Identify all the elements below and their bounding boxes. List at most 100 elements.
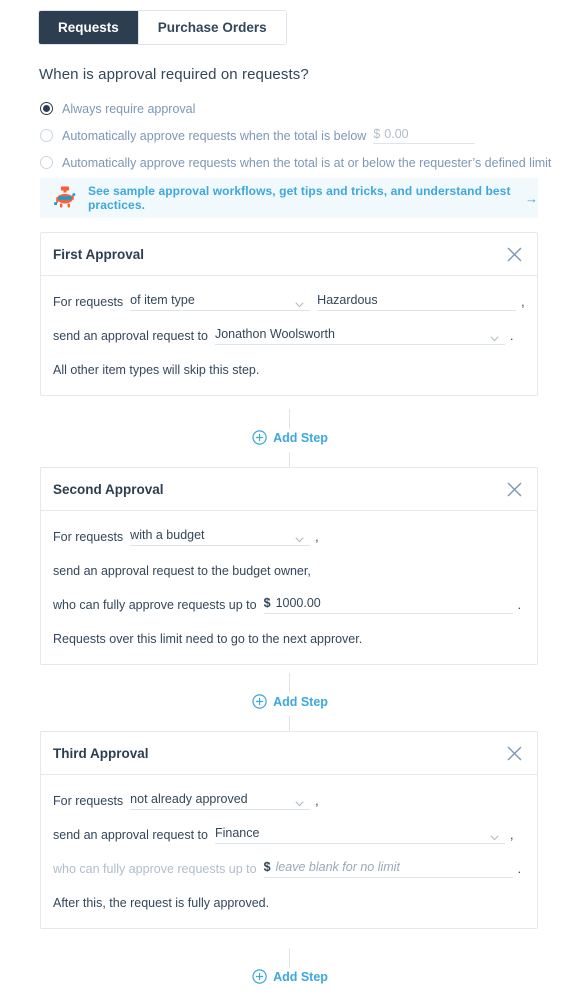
rule-row-condition: For requests with a budget , — [53, 525, 525, 546]
plus-circle-icon — [252, 969, 267, 984]
view-tab-group: Requests Purchase Orders — [38, 10, 287, 45]
auto-approve-threshold-input[interactable]: $ 0.00 — [373, 127, 476, 144]
budget-condition-value: with a budget — [130, 528, 205, 542]
rule-row-condition: For requests of item type Hazardous , — [53, 290, 525, 311]
punctuation-comma: , — [315, 794, 319, 808]
approval-limit-input[interactable]: $ 1000.00 — [263, 593, 513, 614]
chevron-down-icon — [295, 530, 304, 543]
item-type-value: Hazardous — [317, 293, 378, 307]
radio-row-auto-approve-below[interactable]: Automatically approve requests when the … — [40, 125, 540, 146]
chevron-down-icon — [490, 329, 499, 342]
currency-symbol: $ — [373, 127, 381, 141]
robot-mascot-icon — [52, 185, 78, 211]
card-title-third-approval: Third Approval — [53, 745, 149, 761]
rule-row-budget-owner: send an approval request to the budget o… — [53, 559, 525, 580]
item-type-condition-select[interactable]: of item type — [130, 290, 311, 311]
approval-step-card-first: First Approval For requests of item type… — [40, 232, 538, 396]
rule-row-approver: send an approval request to Jonathon Woo… — [53, 324, 525, 345]
punctuation-comma: , — [509, 828, 514, 842]
label-send-to-budget-owner: send an approval request to the budget o… — [53, 564, 311, 578]
plus-circle-icon — [252, 430, 267, 445]
approval-step-card-third: Third Approval For requests not already … — [40, 731, 538, 929]
approval-state-condition-value: not already approved — [130, 792, 248, 806]
rule-row-footnote: Requests over this limit need to go to t… — [53, 627, 525, 648]
close-icon[interactable] — [506, 246, 523, 263]
tab-requests[interactable]: Requests — [39, 11, 138, 44]
label-send-approval-request-to: send an approval request to — [53, 828, 208, 842]
step-connector-line — [289, 452, 290, 468]
card-footnote-third: After this, the request is fully approve… — [53, 896, 270, 910]
add-step-label: Add Step — [273, 694, 328, 709]
rule-row-condition: For requests not already approved , — [53, 789, 525, 810]
radio-row-auto-approve-defined-limit[interactable]: Automatically approve requests when the … — [40, 152, 551, 173]
card-body: For requests not already approved , send… — [41, 775, 537, 928]
card-header: First Approval — [41, 233, 537, 276]
card-header: Second Approval — [41, 468, 537, 511]
rule-row-footnote: All other item types will skip this step… — [53, 358, 525, 379]
item-type-value-input[interactable]: Hazardous — [317, 290, 517, 311]
step-connector-line — [289, 673, 290, 693]
approval-limit-input[interactable]: $ leave blank for no limit — [263, 857, 513, 878]
item-type-condition-value: of item type — [130, 293, 195, 307]
radio-auto-approve-below[interactable] — [40, 129, 53, 142]
card-title-first-approval: First Approval — [53, 246, 145, 262]
punctuation-comma: , — [521, 295, 525, 309]
add-step-button-1[interactable]: Add Step — [252, 430, 328, 445]
radio-auto-approve-defined-limit[interactable] — [40, 156, 53, 169]
chevron-down-icon — [295, 295, 304, 308]
approver-value: Jonathon Woolsworth — [214, 327, 335, 341]
tips-banner[interactable]: See sample approval workflows, get tips … — [40, 178, 538, 218]
approver-select[interactable]: Jonathon Woolsworth — [214, 324, 505, 345]
add-step-button-2[interactable]: Add Step — [252, 694, 328, 709]
rule-row-limit: who can fully approve requests up to $ l… — [53, 857, 525, 878]
approval-required-radio-group: Always require approval Automatically ap… — [40, 98, 551, 179]
approver-select[interactable]: Finance — [214, 823, 505, 844]
card-footnote-first: All other item types will skip this step… — [53, 363, 260, 377]
radio-label-auto-approve-below: Automatically approve requests when the … — [62, 128, 367, 143]
rule-row-approver: send an approval request to Finance , — [53, 823, 525, 844]
card-footnote-second: Requests over this limit need to go to t… — [53, 632, 363, 646]
step-connector-line — [289, 409, 290, 429]
card-body: For requests of item type Hazardous , se… — [41, 276, 537, 395]
currency-symbol: $ — [263, 860, 271, 874]
step-connector-line — [289, 948, 290, 968]
label-for-requests: For requests — [53, 295, 124, 309]
rule-row-footnote: After this, the request is fully approve… — [53, 891, 525, 912]
arrow-right-icon: → — [525, 190, 538, 206]
auto-approve-threshold-value: 0.00 — [384, 127, 409, 141]
approval-limit-placeholder: leave blank for no limit — [275, 860, 400, 874]
rule-row-limit: who can fully approve requests up to $ 1… — [53, 593, 525, 614]
tab-purchase-orders[interactable]: Purchase Orders — [137, 11, 286, 44]
close-icon[interactable] — [506, 481, 523, 498]
label-for-requests: For requests — [53, 794, 124, 808]
radio-label-always-require: Always require approval — [62, 101, 196, 116]
plus-circle-icon — [252, 694, 267, 709]
add-step-label: Add Step — [273, 969, 328, 984]
approval-state-condition-select[interactable]: not already approved — [130, 789, 311, 810]
chevron-down-icon — [490, 828, 499, 841]
close-icon[interactable] — [506, 745, 523, 762]
radio-label-auto-approve-defined-limit: Automatically approve requests when the … — [62, 155, 552, 170]
label-send-approval-request-to: send an approval request to — [53, 329, 208, 343]
step-connector-line — [289, 716, 290, 732]
add-step-button-3[interactable]: Add Step — [252, 969, 328, 984]
chevron-down-icon — [295, 794, 304, 807]
radio-row-always-require[interactable]: Always require approval — [40, 98, 540, 119]
label-for-requests: For requests — [53, 530, 124, 544]
label-approve-up-to: who can fully approve requests up to — [53, 862, 257, 876]
approver-value: Finance — [214, 826, 260, 840]
card-header: Third Approval — [41, 732, 537, 775]
page-title: When is approval required on requests? — [39, 66, 309, 83]
punctuation-comma: , — [315, 530, 319, 544]
currency-symbol: $ — [263, 596, 271, 610]
punctuation-period: . — [517, 598, 522, 612]
punctuation-period: . — [517, 862, 522, 876]
card-body: For requests with a budget , send an app… — [41, 511, 537, 664]
punctuation-period: . — [509, 329, 514, 343]
radio-always-require-approval[interactable] — [40, 102, 53, 115]
budget-condition-select[interactable]: with a budget — [130, 525, 311, 546]
label-approve-up-to: who can fully approve requests up to — [53, 598, 257, 612]
add-step-label: Add Step — [273, 430, 328, 445]
approval-step-card-second: Second Approval For requests with a budg… — [40, 467, 538, 665]
tips-banner-link[interactable]: See sample approval workflows, get tips … — [88, 184, 518, 212]
